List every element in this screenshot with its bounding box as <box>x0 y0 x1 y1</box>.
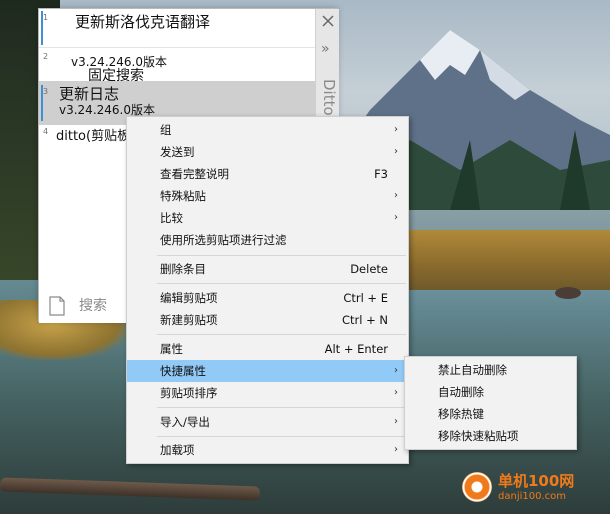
watermark-url: danji100.com <box>498 491 566 502</box>
menu-item-label: 组 <box>160 123 172 137</box>
menu-item-label: 比较 <box>160 211 183 225</box>
menu-item-label: 使用所选剪贴项进行过滤 <box>160 233 287 247</box>
chevron-right-icon: › <box>394 190 398 201</box>
clip-item[interactable]: 2 v3.24.246.0版本 固定搜索 <box>39 47 315 84</box>
menu-item-shortcut: Alt + Enter <box>324 342 388 356</box>
menu-item-label: 导入/导出 <box>160 415 210 429</box>
chevron-right-icon: › <box>394 146 398 157</box>
menu-item-special-paste[interactable]: 特殊粘贴 › <box>127 185 408 207</box>
menu-item-compare[interactable]: 比较 › <box>127 207 408 229</box>
menu-item-filter-by-selected[interactable]: 使用所选剪贴项进行过滤 <box>127 229 408 251</box>
wallpaper-shore <box>405 230 610 290</box>
menu-item-label: 剪贴项排序 <box>160 386 218 400</box>
clip-text: ditto(剪贴板 <box>56 129 131 144</box>
menu-item-label: 发送到 <box>160 145 195 159</box>
clip-number: 2 <box>43 52 49 61</box>
menu-item-label: 新建剪贴项 <box>160 313 218 327</box>
menu-separator <box>157 407 406 408</box>
watermark-title: 单机100网 <box>498 472 575 490</box>
menu-item-label: 删除条目 <box>160 262 206 276</box>
window-title: Ditto <box>320 79 338 116</box>
close-icon[interactable] <box>320 13 336 29</box>
submenu-item-never-auto-delete[interactable]: 禁止自动删除 <box>405 359 576 381</box>
chevron-right-icon: › <box>394 387 398 398</box>
menu-separator <box>157 283 406 284</box>
watermark-logo-icon <box>462 472 492 502</box>
site-watermark: 单机100网 danji100.com <box>462 468 602 508</box>
chevron-right-icon: › <box>394 212 398 223</box>
menu-item-import-export[interactable]: 导入/导出 › <box>127 411 408 433</box>
menu-separator <box>157 334 406 335</box>
submenu-item-remove-quick-paste[interactable]: 移除快速粘贴项 <box>405 425 576 447</box>
menu-item-add-ins[interactable]: 加载项 › <box>127 439 408 461</box>
menu-item-quick-properties[interactable]: 快捷属性 › <box>127 360 408 382</box>
quick-properties-submenu: 禁止自动删除 自动删除 移除热键 移除快速粘贴项 <box>404 356 577 450</box>
clip-number: 3 <box>43 87 49 96</box>
submenu-item-auto-delete[interactable]: 自动删除 <box>405 381 576 403</box>
menu-item-edit-clip[interactable]: 编辑剪贴项 Ctrl + E <box>127 287 408 309</box>
menu-item-label: 属性 <box>160 342 183 356</box>
submenu-item-remove-hotkey[interactable]: 移除热键 <box>405 403 576 425</box>
menu-item-view-full-description[interactable]: 查看完整说明 F3 <box>127 163 408 185</box>
menu-item-group[interactable]: 组 › <box>127 119 408 141</box>
menu-item-label: 禁止自动删除 <box>438 363 507 377</box>
menu-item-label: 自动删除 <box>438 385 484 399</box>
menu-item-send-to[interactable]: 发送到 › <box>127 141 408 163</box>
clip-text: 更新斯洛伐克语翻译 <box>75 13 211 31</box>
menu-item-new-clip[interactable]: 新建剪贴项 Ctrl + N <box>127 309 408 331</box>
chevron-right-icon: › <box>394 124 398 135</box>
wallpaper-rock <box>555 287 581 299</box>
document-icon <box>49 296 65 316</box>
menu-separator <box>157 436 406 437</box>
menu-item-label: 移除热键 <box>438 407 484 421</box>
chevron-right-icon[interactable]: » <box>321 41 330 57</box>
menu-item-shortcut: Ctrl + E <box>343 291 388 305</box>
menu-item-label: 特殊粘贴 <box>160 189 206 203</box>
menu-item-shortcut: Ctrl + N <box>341 313 388 327</box>
menu-item-label: 移除快速粘贴项 <box>438 429 519 443</box>
menu-separator <box>157 255 406 256</box>
context-menu: 组 › 发送到 › 查看完整说明 F3 特殊粘贴 › 比较 › 使用所选剪贴项进… <box>126 116 409 464</box>
menu-item-shortcut: Delete <box>350 262 388 276</box>
menu-item-shortcut: F3 <box>374 167 388 181</box>
clip-item[interactable]: 1 更新斯洛伐克语翻译 <box>39 9 315 47</box>
menu-item-properties[interactable]: 属性 Alt + Enter <box>127 338 408 360</box>
menu-item-delete[interactable]: 删除条目 Delete <box>127 258 408 280</box>
clip-number: 1 <box>43 13 49 22</box>
menu-item-label: 编辑剪贴项 <box>160 291 218 305</box>
chevron-right-icon: › <box>394 416 398 427</box>
chevron-right-icon: › <box>394 444 398 455</box>
clip-number: 4 <box>43 127 49 136</box>
menu-item-label: 快捷属性 <box>160 364 206 378</box>
menu-item-sort-clips[interactable]: 剪贴项排序 › <box>127 382 408 404</box>
menu-item-label: 查看完整说明 <box>160 167 229 181</box>
menu-item-label: 加载项 <box>160 443 195 457</box>
chevron-right-icon: › <box>394 365 398 376</box>
